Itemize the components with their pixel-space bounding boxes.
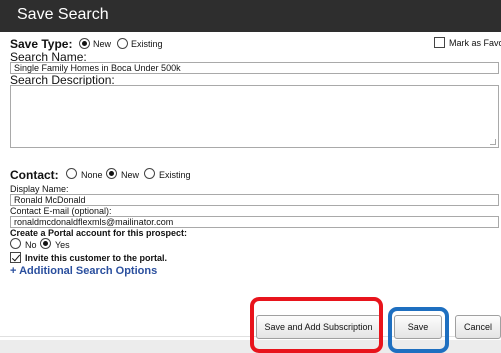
mark-as-favorite-checkbox[interactable] xyxy=(434,37,445,48)
resize-grip-icon[interactable] xyxy=(490,139,496,145)
save-type-existing-radio[interactable] xyxy=(117,38,128,49)
contact-none-radio[interactable] xyxy=(66,168,77,179)
contact-existing-radio[interactable] xyxy=(144,168,155,179)
portal-yes-radio[interactable] xyxy=(40,238,51,249)
dialog-title: Save Search xyxy=(17,6,109,23)
contact-label: Contact: xyxy=(10,168,59,182)
invite-portal-label: Invite this customer to the portal. xyxy=(25,253,168,263)
dialog-footer xyxy=(0,340,501,353)
contact-new-label: New xyxy=(121,170,140,180)
invite-portal-checkbox[interactable] xyxy=(10,252,21,263)
cancel-button[interactable]: Cancel xyxy=(455,315,501,339)
portal-account-label: Create a Portal account for this prospec… xyxy=(10,228,188,238)
save-and-add-subscription-button[interactable]: Save and Add Subscription xyxy=(256,315,381,339)
save-type-label: Save Type: xyxy=(10,37,73,51)
contact-none-label: None xyxy=(81,170,103,180)
display-name-input[interactable]: Ronald McDonald xyxy=(10,194,499,206)
display-name-label: Display Name: xyxy=(10,184,69,194)
save-button[interactable]: Save xyxy=(394,315,442,339)
contact-email-label: Contact E-mail (optional): xyxy=(10,206,112,216)
contact-email-input[interactable]: ronaldmcdonaldflexmls@mailinator.com xyxy=(10,216,499,228)
save-type-existing-label: Existing xyxy=(131,39,163,49)
save-type-new-label: New xyxy=(93,39,112,49)
portal-no-label: No xyxy=(25,240,37,250)
contact-new-radio[interactable] xyxy=(106,168,117,179)
search-description-textarea[interactable] xyxy=(10,85,499,148)
portal-yes-label: Yes xyxy=(55,240,70,250)
mark-as-favorite-label: Mark as Favorit xyxy=(449,38,501,48)
portal-no-radio[interactable] xyxy=(10,238,21,249)
additional-search-options-link[interactable]: + Additional Search Options xyxy=(10,265,157,277)
save-type-new-radio[interactable] xyxy=(79,38,90,49)
contact-existing-label: Existing xyxy=(159,170,191,180)
dialog-titlebar: Save Search xyxy=(0,0,501,32)
